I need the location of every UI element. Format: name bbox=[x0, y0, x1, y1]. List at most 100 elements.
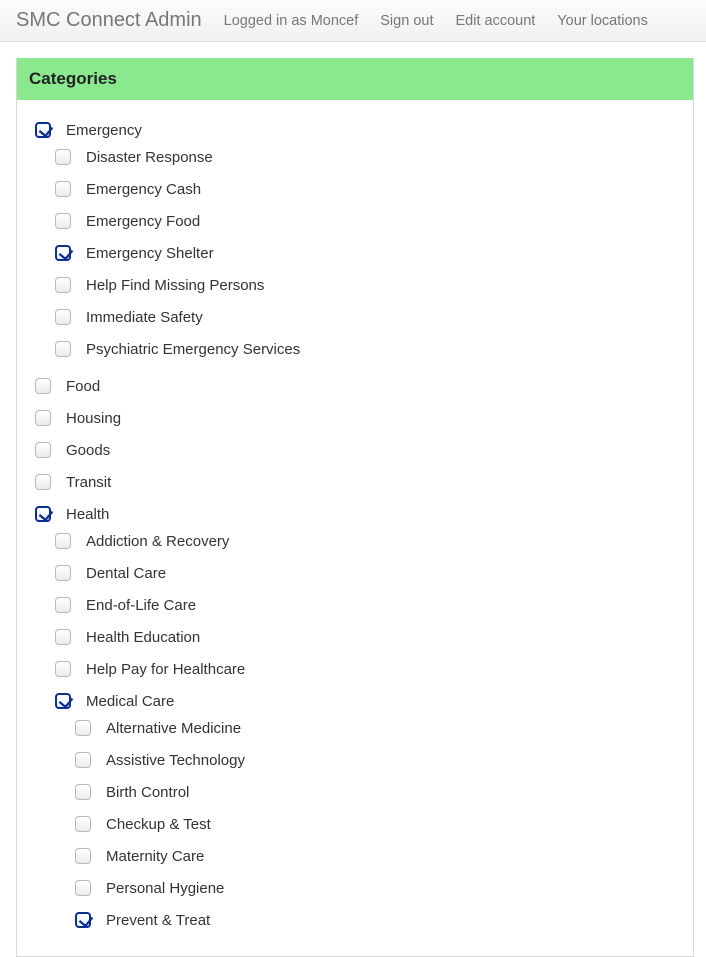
category-label: Immediate Safety bbox=[86, 309, 203, 326]
category-node-psychiatric-emergency-services: Psychiatric Emergency Services bbox=[51, 333, 687, 365]
category-node-transit: Transit bbox=[31, 466, 687, 498]
category-label: Dental Care bbox=[86, 565, 166, 582]
category-children: Alternative Medicine Assistive Technology… bbox=[51, 712, 687, 936]
navbar: SMC Connect Admin Logged in as Moncef Si… bbox=[0, 0, 706, 42]
category-node-immediate-safety: Immediate Safety bbox=[51, 301, 687, 333]
categories-panel: Categories EmergencyDisaster ResponseEme… bbox=[16, 58, 694, 957]
category-label: Health Education bbox=[86, 629, 200, 646]
category-checkbox-food[interactable] bbox=[35, 378, 51, 394]
category-label: Housing bbox=[66, 410, 121, 427]
category-checkbox-help-pay-for-healthcare[interactable] bbox=[55, 661, 71, 677]
category-checkbox-health-education[interactable] bbox=[55, 629, 71, 645]
category-checkbox-help-find-missing-persons[interactable] bbox=[55, 277, 71, 293]
category-label: Health bbox=[66, 506, 109, 523]
category-node-prevent-treat: Prevent & Treat bbox=[71, 904, 687, 936]
panel-title: Categories bbox=[17, 58, 693, 100]
category-label: Psychiatric Emergency Services bbox=[86, 341, 300, 358]
category-node-dental-care: Dental Care bbox=[51, 557, 687, 589]
category-node-birth-control: Birth Control bbox=[71, 776, 687, 808]
category-node-food: Food bbox=[31, 370, 687, 402]
category-label: Addiction & Recovery bbox=[86, 533, 229, 550]
category-checkbox-maternity-care[interactable] bbox=[75, 848, 91, 864]
category-node-emergency-cash: Emergency Cash bbox=[51, 173, 687, 205]
category-label: Emergency Cash bbox=[86, 181, 201, 198]
category-checkbox-emergency-shelter[interactable] bbox=[55, 245, 71, 261]
category-node-emergency-shelter: Emergency Shelter bbox=[51, 237, 687, 269]
category-tree: Emergency Disaster Response Emergency Cash… bbox=[17, 100, 693, 956]
category-checkbox-dental-care[interactable] bbox=[55, 565, 71, 581]
category-label: Medical Care bbox=[86, 693, 174, 710]
category-row: Help Pay for Healthcare bbox=[51, 658, 687, 680]
category-checkbox-medical-care[interactable] bbox=[55, 693, 71, 709]
category-checkbox-emergency-food[interactable] bbox=[55, 213, 71, 229]
category-label: Emergency Shelter bbox=[86, 245, 214, 262]
category-node-emergency-food: Emergency Food bbox=[51, 205, 687, 237]
category-label: Emergency bbox=[66, 122, 142, 139]
category-checkbox-prevent-treat[interactable] bbox=[75, 912, 91, 928]
nav-edit-account[interactable]: Edit account bbox=[455, 13, 535, 29]
category-row: Health bbox=[31, 503, 687, 525]
category-row: Transit bbox=[31, 471, 687, 493]
category-row: Checkup & Test bbox=[71, 813, 687, 835]
category-checkbox-goods[interactable] bbox=[35, 442, 51, 458]
category-label: Checkup & Test bbox=[106, 816, 211, 833]
category-row: Prevent & Treat bbox=[71, 909, 687, 931]
category-checkbox-birth-control[interactable] bbox=[75, 784, 91, 800]
category-node-help-pay-for-healthcare: Help Pay for Healthcare bbox=[51, 653, 687, 685]
category-label: Transit bbox=[66, 474, 111, 491]
brand-link[interactable]: SMC Connect Admin bbox=[16, 9, 202, 32]
category-label: Assistive Technology bbox=[106, 752, 245, 769]
category-checkbox-immediate-safety[interactable] bbox=[55, 309, 71, 325]
category-checkbox-end-of-life-care[interactable] bbox=[55, 597, 71, 613]
category-children: Disaster Response Emergency Cash Emergency… bbox=[31, 141, 687, 365]
category-row: Emergency Cash bbox=[51, 178, 687, 200]
category-row: Housing bbox=[31, 407, 687, 429]
category-checkbox-transit[interactable] bbox=[35, 474, 51, 490]
category-row: Health Education bbox=[51, 626, 687, 648]
category-checkbox-emergency-cash[interactable] bbox=[55, 181, 71, 197]
category-label: Help Pay for Healthcare bbox=[86, 661, 245, 678]
category-node-end-of-life-care: End-of-Life Care bbox=[51, 589, 687, 621]
nav-your-locations[interactable]: Your locations bbox=[557, 13, 648, 29]
category-label: End-of-Life Care bbox=[86, 597, 196, 614]
category-row: Medical Care bbox=[51, 690, 687, 712]
category-row: Alternative Medicine bbox=[71, 717, 687, 739]
category-label: Prevent & Treat bbox=[106, 912, 210, 929]
category-node-health: Health Addiction & Recovery Dental Care End… bbox=[31, 498, 687, 946]
category-checkbox-emergency[interactable] bbox=[35, 122, 51, 138]
category-label: Maternity Care bbox=[106, 848, 204, 865]
category-checkbox-addiction-recovery[interactable] bbox=[55, 533, 71, 549]
category-row: Personal Hygiene bbox=[71, 877, 687, 899]
category-node-maternity-care: Maternity Care bbox=[71, 840, 687, 872]
category-label: Birth Control bbox=[106, 784, 189, 801]
category-node-health-education: Health Education bbox=[51, 621, 687, 653]
category-checkbox-psychiatric-emergency-services[interactable] bbox=[55, 341, 71, 357]
category-node-addiction-recovery: Addiction & Recovery bbox=[51, 525, 687, 557]
category-checkbox-health[interactable] bbox=[35, 506, 51, 522]
category-row: Disaster Response bbox=[51, 146, 687, 168]
category-node-disaster-response: Disaster Response bbox=[51, 141, 687, 173]
category-checkbox-alternative-medicine[interactable] bbox=[75, 720, 91, 736]
category-label: Help Find Missing Persons bbox=[86, 277, 264, 294]
category-label: Personal Hygiene bbox=[106, 880, 224, 897]
category-label: Food bbox=[66, 378, 100, 395]
category-row: End-of-Life Care bbox=[51, 594, 687, 616]
category-checkbox-checkup-test[interactable] bbox=[75, 816, 91, 832]
category-children: Addiction & Recovery Dental Care End-of-Li… bbox=[31, 525, 687, 941]
category-node-checkup-test: Checkup & Test bbox=[71, 808, 687, 840]
category-row: Assistive Technology bbox=[71, 749, 687, 771]
nav-logged-in[interactable]: Logged in as Moncef bbox=[224, 13, 359, 29]
nav-sign-out[interactable]: Sign out bbox=[380, 13, 433, 29]
category-node-housing: Housing bbox=[31, 402, 687, 434]
category-checkbox-disaster-response[interactable] bbox=[55, 149, 71, 165]
category-checkbox-personal-hygiene[interactable] bbox=[75, 880, 91, 896]
category-row: Birth Control bbox=[71, 781, 687, 803]
category-node-emergency: Emergency Disaster Response Emergency Cash… bbox=[31, 114, 687, 370]
category-node-goods: Goods bbox=[31, 434, 687, 466]
category-label: Disaster Response bbox=[86, 149, 213, 166]
category-checkbox-assistive-technology[interactable] bbox=[75, 752, 91, 768]
category-row: Dental Care bbox=[51, 562, 687, 584]
category-row: Immediate Safety bbox=[51, 306, 687, 328]
category-checkbox-housing[interactable] bbox=[35, 410, 51, 426]
category-row: Addiction & Recovery bbox=[51, 530, 687, 552]
